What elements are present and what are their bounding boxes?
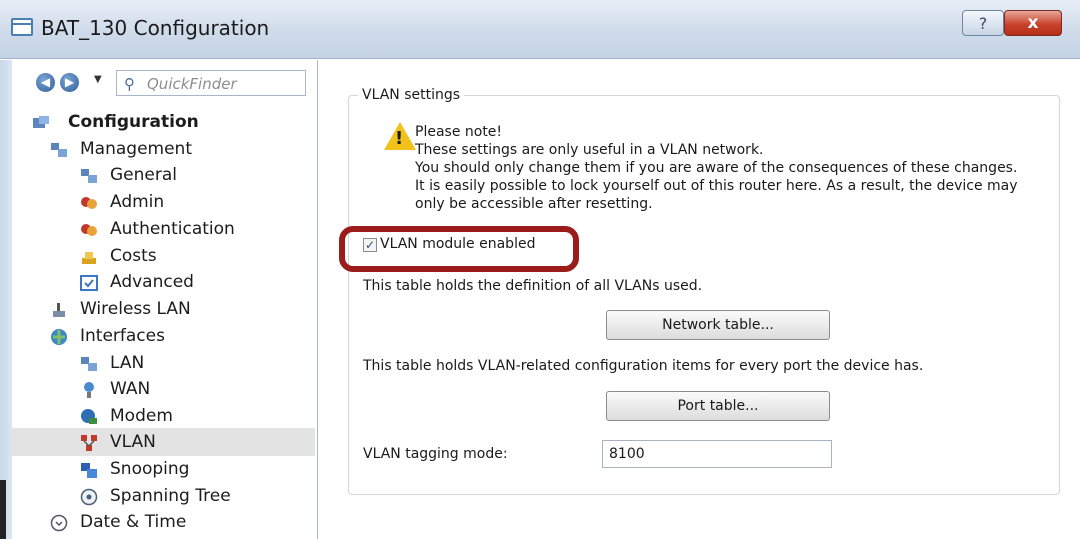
tree-label-authentication: Authentication xyxy=(110,219,235,239)
tree-label-admin: Admin xyxy=(110,192,165,212)
tagging-mode-label: VLAN tagging mode: xyxy=(363,446,508,462)
note-line-3: You should only change them if you are a… xyxy=(415,160,1018,176)
lan-icon xyxy=(81,357,97,371)
back-arrow-icon[interactable]: ◀ xyxy=(36,73,55,92)
tree-label-snooping: Snooping xyxy=(110,459,190,479)
title-bar: BAT_130 Configuration ? x xyxy=(0,0,1080,59)
network-table-description: This table holds the definition of all V… xyxy=(363,278,703,294)
help-button[interactable]: ? xyxy=(962,10,1004,36)
port-table-description: This table holds VLAN-related configurat… xyxy=(363,358,924,374)
tree-label-modem: Modem xyxy=(110,406,173,426)
authentication-icon xyxy=(81,224,97,236)
network-table-button[interactable]: Network table... xyxy=(606,310,830,340)
vlan-icon xyxy=(81,435,97,451)
date-time-icon xyxy=(50,514,68,532)
modem-icon xyxy=(81,409,97,424)
port-table-button[interactable]: Port table... xyxy=(606,391,830,421)
note-line-1: Please note! xyxy=(415,124,503,140)
navigation-pane: ◀ ▶ ▼ ⚲ QuickFinder Configuration Manage… xyxy=(12,60,318,539)
app-window-icon xyxy=(11,18,33,36)
quickfinder-placeholder: QuickFinder xyxy=(147,75,237,93)
window-title: BAT_130 Configuration xyxy=(41,16,270,40)
snooping-icon xyxy=(81,463,97,478)
window-frame-edge xyxy=(0,60,12,539)
navigation-toolbar: ◀ ▶ ▼ ⚲ QuickFinder xyxy=(12,60,317,100)
vlan-settings-panel: VLAN settings ! Please note! These setti… xyxy=(318,60,1080,539)
note-line-4: It is easily possible to lock yourself o… xyxy=(415,178,1018,194)
tree-label-lan: LAN xyxy=(110,353,145,373)
warning-exclamation: ! xyxy=(395,128,404,149)
note-line-2: These settings are only useful in a VLAN… xyxy=(415,142,764,158)
tree-label-vlan: VLAN xyxy=(110,432,156,452)
tree-label-costs: Costs xyxy=(110,246,157,266)
management-icon xyxy=(51,143,67,157)
search-icon: ⚲ xyxy=(124,75,135,93)
group-title: VLAN settings xyxy=(358,87,465,103)
interfaces-icon xyxy=(51,329,67,345)
configuration-icon xyxy=(33,116,49,128)
tree-label-date-time: Date & Time xyxy=(80,512,187,532)
admin-icon xyxy=(81,197,97,209)
close-button[interactable]: x xyxy=(1004,10,1062,36)
history-dropdown-icon[interactable]: ▼ xyxy=(94,74,102,85)
tree-label-general: General xyxy=(110,165,177,185)
tree-selection-highlight xyxy=(12,428,315,456)
tree-label-wireless-lan: Wireless LAN xyxy=(80,299,191,319)
wan-icon xyxy=(84,382,94,398)
spanning-tree-icon xyxy=(80,488,98,506)
tree-label-wan: WAN xyxy=(110,379,151,399)
general-icon xyxy=(81,169,97,183)
highlight-annotation xyxy=(339,226,579,272)
tree-label-advanced: Advanced xyxy=(110,272,194,292)
forward-arrow-icon[interactable]: ▶ xyxy=(60,73,79,92)
note-line-5: only be accessible after resetting. xyxy=(415,196,653,212)
tree-label-management: Management xyxy=(80,139,192,159)
tagging-mode-field[interactable]: 8100 xyxy=(602,440,832,468)
tree-label-interfaces: Interfaces xyxy=(80,326,165,346)
tree-label-spanning-tree: Spanning Tree xyxy=(110,486,231,506)
tree-label-configuration: Configuration xyxy=(68,112,199,132)
advanced-icon xyxy=(80,275,98,291)
costs-icon xyxy=(82,252,96,264)
window-frame-shadow xyxy=(0,480,6,539)
wireless-lan-icon xyxy=(53,303,65,317)
quickfinder-input[interactable]: ⚲ QuickFinder xyxy=(116,70,306,96)
